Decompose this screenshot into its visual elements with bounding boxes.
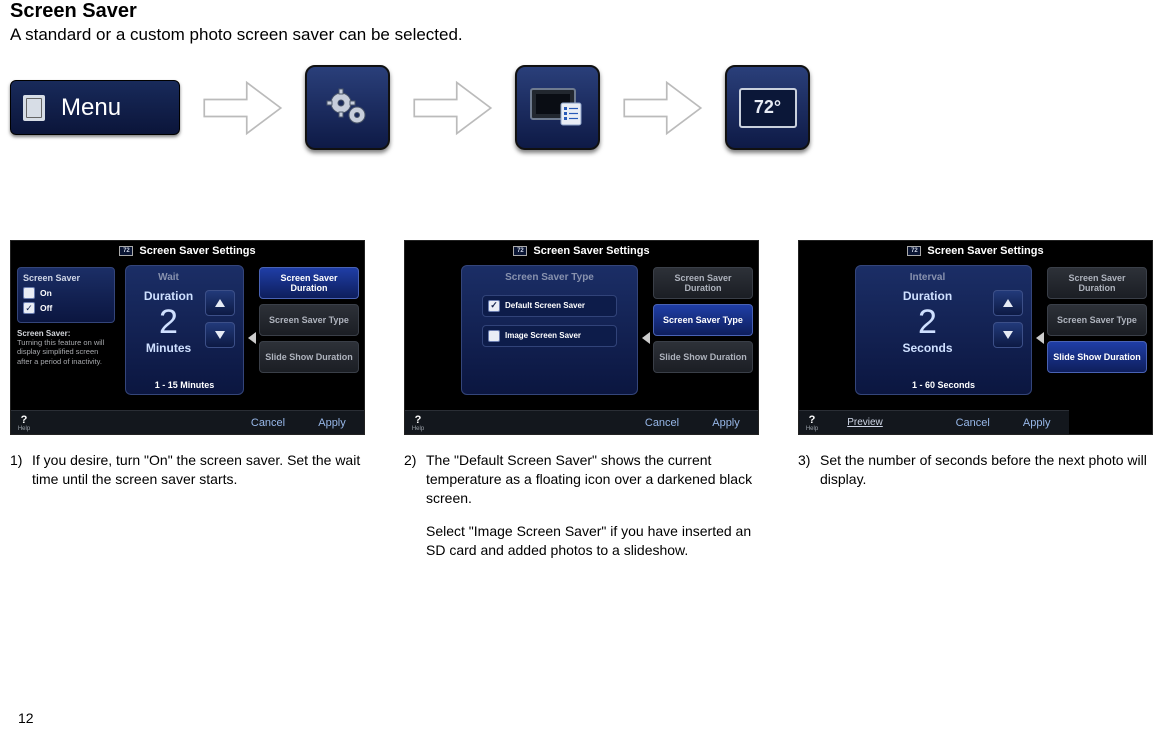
help-button[interactable]: ?Help bbox=[799, 410, 825, 434]
tab-duration[interactable]: Screen Saver Duration bbox=[259, 267, 359, 299]
range-label: 1 - 15 Minutes bbox=[126, 380, 243, 390]
tab-slide[interactable]: Slide Show Duration bbox=[259, 341, 359, 373]
duration-unit: Seconds bbox=[862, 341, 993, 355]
interval-label: Interval bbox=[862, 272, 993, 283]
panel-title: Screen Saver Settings bbox=[799, 245, 1152, 257]
caret-left-icon bbox=[642, 263, 650, 413]
wait-box: Wait Duration 2 Minutes 1 - 15 Minutes bbox=[125, 265, 244, 395]
settings-icon[interactable] bbox=[305, 65, 390, 150]
temperature-display-icon[interactable]: 72° bbox=[725, 65, 810, 150]
temp-value: 72° bbox=[739, 88, 797, 128]
caret-left-icon bbox=[248, 263, 256, 413]
checkbox-icon bbox=[488, 330, 500, 342]
range-label: 1 - 60 Seconds bbox=[856, 380, 1031, 390]
tab-type[interactable]: Screen Saver Type bbox=[653, 304, 753, 336]
help-button[interactable]: ?Help bbox=[405, 410, 431, 434]
page-title: Screen Saver bbox=[10, 0, 1153, 23]
toggle-title: Screen Saver bbox=[23, 273, 109, 283]
help-button[interactable]: ?Help bbox=[11, 410, 37, 434]
panel-slideshow-duration: Screen Saver Settings Interval Duration … bbox=[798, 240, 1153, 435]
duration-label: Duration bbox=[862, 289, 993, 303]
step-2: 2) The "Default Screen Saver" shows the … bbox=[404, 451, 759, 573]
tab-duration[interactable]: Screen Saver Duration bbox=[1047, 267, 1147, 299]
option-default-saver[interactable]: ✓Default Screen Saver bbox=[482, 295, 617, 317]
screensaver-settings-icon[interactable] bbox=[515, 65, 600, 150]
tab-slide[interactable]: Slide Show Duration bbox=[653, 341, 753, 373]
tab-type[interactable]: Screen Saver Type bbox=[259, 304, 359, 336]
duration-value: 2 bbox=[132, 305, 205, 339]
menu-button[interactable]: Menu bbox=[10, 80, 180, 135]
increase-button[interactable] bbox=[993, 290, 1023, 316]
arrow-right-icon bbox=[410, 73, 495, 143]
preview-button[interactable]: Preview bbox=[825, 410, 905, 434]
tab-slide[interactable]: Slide Show Duration bbox=[1047, 341, 1147, 373]
screensaver-toggle-panel: Screen Saver On ✓Off bbox=[17, 267, 115, 323]
option-on[interactable]: On bbox=[23, 287, 109, 299]
apply-button[interactable]: Apply bbox=[1005, 410, 1069, 434]
duration-label: Duration bbox=[132, 289, 205, 303]
increase-button[interactable] bbox=[205, 290, 235, 316]
arrow-right-icon bbox=[620, 73, 705, 143]
page-number: 12 bbox=[18, 710, 34, 726]
panel-title: Screen Saver Settings bbox=[11, 245, 364, 257]
step-3: 3) Set the number of seconds before the … bbox=[798, 451, 1153, 503]
menu-label: Menu bbox=[61, 94, 121, 122]
step-1: 1) If you desire, turn "On" the screen s… bbox=[10, 451, 365, 503]
wait-label: Wait bbox=[132, 272, 205, 283]
interval-box: Interval Duration 2 Seconds 1 - 60 Secon… bbox=[855, 265, 1032, 395]
checkbox-icon bbox=[23, 287, 35, 299]
hint-text: Turning this feature on will display sim… bbox=[17, 338, 115, 366]
caret-left-icon bbox=[1036, 263, 1044, 413]
duration-unit: Minutes bbox=[132, 341, 205, 355]
option-off[interactable]: ✓Off bbox=[23, 302, 109, 314]
decrease-button[interactable] bbox=[993, 322, 1023, 348]
panel-title: Screen Saver Settings bbox=[405, 245, 758, 257]
checkbox-icon: ✓ bbox=[488, 300, 500, 312]
panel-screensaver-type: Screen Saver Settings Screen Saver Type … bbox=[404, 240, 759, 435]
cancel-button[interactable]: Cancel bbox=[941, 410, 1005, 434]
tab-duration[interactable]: Screen Saver Duration bbox=[653, 267, 753, 299]
decrease-button[interactable] bbox=[205, 322, 235, 348]
tab-type[interactable]: Screen Saver Type bbox=[1047, 304, 1147, 336]
cancel-button[interactable]: Cancel bbox=[630, 410, 694, 434]
option-image-saver[interactable]: Image Screen Saver bbox=[482, 325, 617, 347]
arrow-right-icon bbox=[200, 73, 285, 143]
type-box: Screen Saver Type ✓Default Screen Saver … bbox=[461, 265, 638, 395]
duration-value: 2 bbox=[862, 305, 993, 339]
checkbox-icon: ✓ bbox=[23, 302, 35, 314]
panel-screensaver-duration: Screen Saver Settings Screen Saver On ✓O… bbox=[10, 240, 365, 435]
apply-button[interactable]: Apply bbox=[694, 410, 758, 434]
page-subtitle: A standard or a custom photo screen save… bbox=[10, 25, 1153, 45]
apply-button[interactable]: Apply bbox=[300, 410, 364, 434]
nav-sequence: Menu 72° bbox=[10, 65, 1153, 150]
hint-title: Screen Saver: bbox=[17, 329, 115, 338]
menu-icon bbox=[23, 95, 45, 121]
cancel-button[interactable]: Cancel bbox=[236, 410, 300, 434]
type-title: Screen Saver Type bbox=[468, 272, 631, 283]
